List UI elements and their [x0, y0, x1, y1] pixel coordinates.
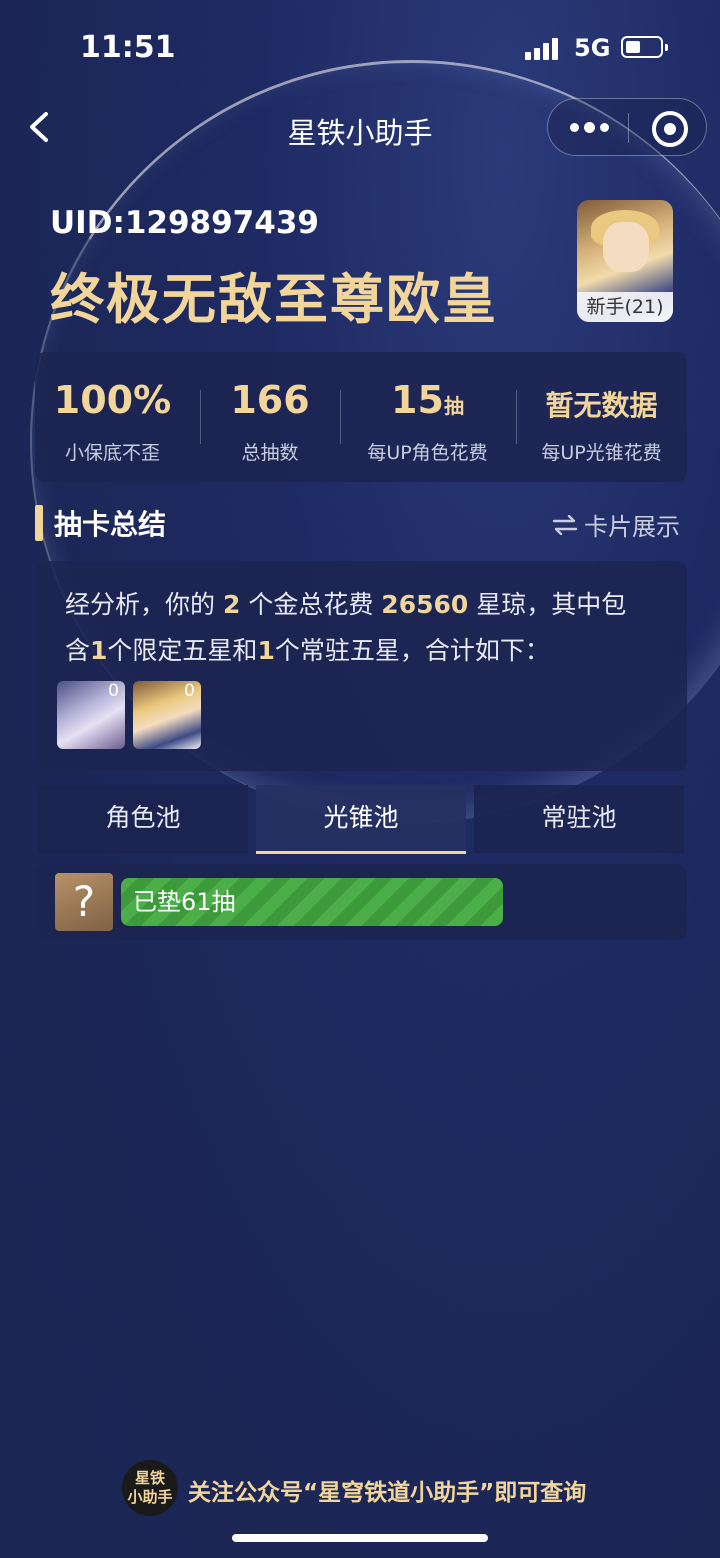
summary-line-2: 含1个限定五星和1个常驻五星，合计如下：	[65, 636, 550, 665]
stat-cost-per-up-lightcone: 暂无数据 每UP光锥花费	[541, 389, 662, 464]
swap-arrows-icon	[552, 515, 578, 535]
summary-card: 经分析，你的 2 个金总花费 26560 星琼，其中包 含1个限定五星和1个常驻…	[35, 561, 687, 771]
status-bar: 11:51 5G	[0, 0, 720, 96]
user-uid: UID:129897439	[50, 205, 319, 241]
unknown-item-icon: ?	[55, 873, 113, 931]
stats-panel: 100% 小保底不歪 166 总抽数 15抽 每UP角色花费 暂无数据 每UP光…	[35, 352, 687, 482]
network-type: 5G	[574, 34, 611, 62]
pity-progress-bar: 已垫61抽	[121, 878, 503, 926]
signal-icon	[525, 38, 559, 60]
footer-text: 关注公众号“星穹铁道小助手”即可查询	[188, 1480, 587, 1506]
pool-tabs: 角色池 光锥池 常驻池	[38, 785, 684, 855]
stat-total-pulls: 166 总抽数	[230, 378, 310, 464]
five-star-thumbnail[interactable]: 0	[57, 681, 125, 749]
home-indicator[interactable]	[232, 1534, 488, 1542]
close-miniprogram-icon[interactable]	[652, 111, 688, 147]
tab-character-pool[interactable]: 角色池	[38, 785, 248, 853]
miniprogram-capsule	[547, 98, 707, 156]
pity-progress-label: 已垫61抽	[133, 888, 236, 916]
pity-row: ? 已垫61抽	[35, 864, 687, 940]
avatar-level-badge: 新手(21)	[577, 292, 673, 322]
avatar[interactable]: 新手(21)	[577, 200, 673, 322]
navigation-bar: 星铁小助手	[0, 96, 720, 158]
section-title: 抽卡总结	[54, 508, 167, 541]
stat-pity-win-rate: 100% 小保底不歪	[53, 378, 172, 464]
tab-standard-pool[interactable]: 常驻池	[474, 785, 684, 853]
status-time: 11:51	[80, 30, 176, 65]
rank-title: 终极无敌至尊欧皇	[50, 268, 498, 331]
card-view-toggle[interactable]: 卡片展示	[552, 507, 680, 542]
app-logo: 星铁 小助手	[122, 1460, 178, 1516]
summary-line-1: 经分析，你的 2 个金总花费 26560 星琼，其中包	[65, 590, 627, 619]
more-options-icon[interactable]	[570, 121, 610, 135]
five-star-thumbnail[interactable]: 0	[133, 681, 201, 749]
tab-lightcone-pool[interactable]: 光锥池	[256, 785, 466, 854]
battery-icon	[621, 36, 668, 58]
stat-cost-per-up-character: 15抽 每UP角色花费	[367, 378, 488, 464]
